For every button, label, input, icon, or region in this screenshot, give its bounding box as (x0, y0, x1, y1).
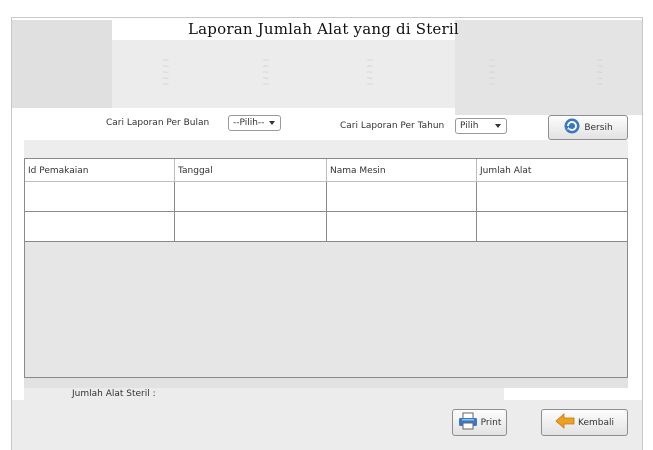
col-header-id[interactable]: Id Pemakaian (25, 159, 175, 181)
decor-squiggle: ~ ~ ~ ~ ~ (488, 56, 496, 90)
tahun-label: Cari Laporan Per Tahun (340, 121, 445, 131)
bersih-button-label: Bersih (584, 122, 613, 133)
tahun-select-value: Pilih (460, 121, 479, 131)
tahun-select[interactable]: Pilih (455, 118, 507, 134)
bersih-button[interactable]: Bersih (548, 115, 628, 140)
strip-panel (24, 140, 628, 158)
chevron-down-icon (269, 121, 275, 125)
total-label: Jumlah Alat Steril : (72, 389, 156, 399)
refresh-icon (563, 117, 581, 138)
kembali-button-label: Kembali (578, 417, 614, 428)
table-row[interactable] (25, 212, 627, 242)
bulan-label: Cari Laporan Per Bulan (106, 118, 210, 128)
table-header: Id Pemakaian Tanggal Nama Mesin Jumlah A… (25, 159, 627, 182)
data-table[interactable]: Id Pemakaian Tanggal Nama Mesin Jumlah A… (24, 158, 628, 378)
print-button[interactable]: Print (452, 409, 507, 436)
table-cell[interactable] (327, 212, 477, 241)
printer-icon (458, 412, 478, 433)
footer-strip (24, 378, 628, 388)
col-header-tanggal[interactable]: Tanggal (175, 159, 327, 181)
right-panel (455, 20, 642, 115)
kembali-button[interactable]: Kembali (541, 409, 628, 436)
decor-squiggle: ~ ~ ~ ~ ~ (262, 56, 270, 90)
print-button-label: Print (480, 417, 502, 428)
decor-squiggle: ~ ~ ~ ~ ~ (366, 56, 374, 90)
chevron-down-icon (495, 124, 501, 128)
bulan-select[interactable]: --Pilih-- (228, 115, 281, 131)
outer-frame-right (642, 17, 643, 450)
table-cell[interactable] (477, 212, 627, 241)
bulan-select-value: --Pilih-- (233, 118, 265, 128)
table-cell[interactable] (477, 182, 627, 211)
page-title: Laporan Jumlah Alat yang di Steril (188, 20, 459, 38)
back-arrow-icon (555, 412, 575, 433)
table-row[interactable] (25, 182, 627, 212)
outer-frame-line (11, 17, 643, 18)
col-header-nama-mesin[interactable]: Nama Mesin (327, 159, 477, 181)
left-panel (11, 20, 112, 108)
table-cell[interactable] (25, 212, 175, 241)
table-cell[interactable] (175, 182, 327, 211)
outer-frame-left (11, 17, 12, 450)
table-cell[interactable] (175, 212, 327, 241)
decor-squiggle: ~ ~ ~ ~ ~ (162, 56, 170, 90)
table-cell[interactable] (25, 182, 175, 211)
col-header-jumlah-alat[interactable]: Jumlah Alat (477, 159, 627, 181)
table-cell[interactable] (327, 182, 477, 211)
decor-squiggle: ~ ~ ~ ~ ~ (596, 56, 604, 90)
